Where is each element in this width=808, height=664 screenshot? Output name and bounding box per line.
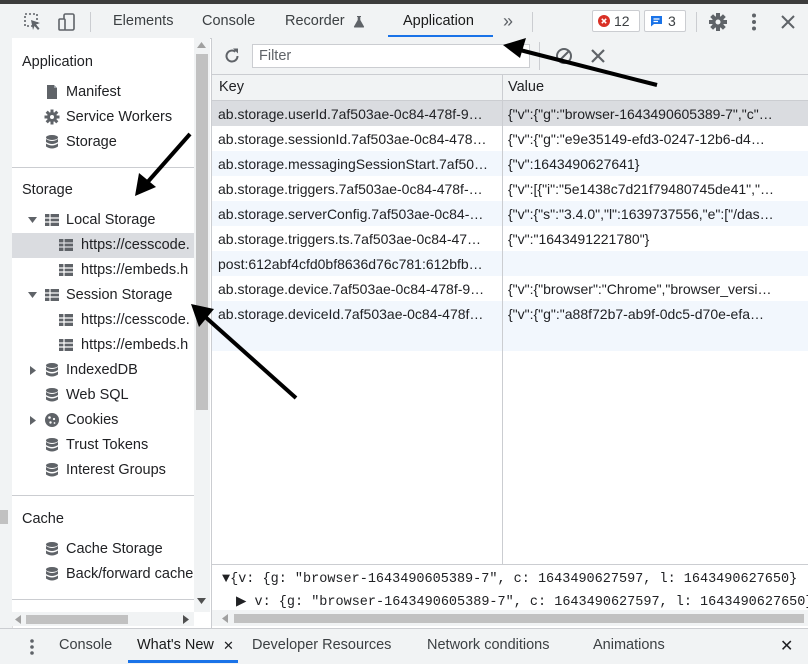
bottom-drawer: Console What's New ✕ Developer Resources… bbox=[0, 628, 808, 664]
annotation-arrow-storage bbox=[135, 132, 192, 196]
annotation-arrows bbox=[135, 38, 658, 400]
drawer-tab-whats-new[interactable]: What's New bbox=[137, 637, 214, 653]
drawer-tab-animations[interactable]: Animations bbox=[593, 637, 665, 653]
close-drawer-icon[interactable]: ✕ bbox=[780, 636, 793, 656]
drawer-tab-console[interactable]: Console bbox=[59, 637, 112, 653]
close-tab-icon[interactable]: ✕ bbox=[223, 638, 234, 654]
annotation-arrow-session-storage bbox=[191, 304, 298, 400]
drawer-tab-developer-resources[interactable]: Developer Resources bbox=[252, 637, 391, 653]
annotation-arrow-filter bbox=[503, 38, 658, 87]
drawer-menu-icon[interactable] bbox=[28, 638, 36, 656]
drawer-tab-network-conditions[interactable]: Network conditions bbox=[427, 637, 550, 653]
